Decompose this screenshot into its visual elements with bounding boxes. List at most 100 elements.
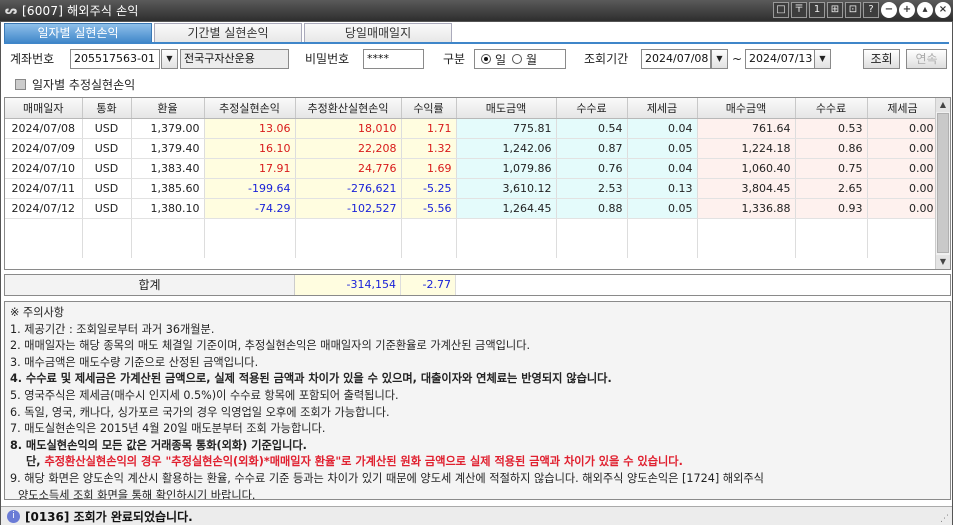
note-5: 5. 영국주식은 제세금(매수시 인지세 0.5%)이 수수료 항목에 포함되어…: [10, 388, 399, 402]
table-row[interactable]: 2024/07/12 USD 1,380.10 -74.29 -102,527 -5.56…: [5, 198, 939, 219]
cell-sell-tax: 0.13: [627, 178, 698, 199]
empty-cell: [131, 238, 205, 258]
note-3: 3. 매수금액은 매도수량 기준으로 산정된 금액입니다.: [10, 355, 259, 369]
app-logo-icon: ᔕ: [4, 4, 18, 17]
col-return[interactable]: 수익률: [401, 98, 457, 119]
screen-copy-button[interactable]: □: [773, 2, 789, 18]
account-number-field[interactable]: 205517563-01: [70, 49, 160, 69]
estimated-checkbox-row[interactable]: 일자별 추정실현손익: [15, 76, 135, 93]
results-table: 매매일자 통화 환율 추정실현손익 추정환산실현손익 수익률 매도금액 수수료 …: [5, 98, 939, 258]
date-to-dropdown-icon[interactable]: ▼: [814, 49, 831, 69]
cell-currency: USD: [82, 138, 132, 159]
tab-today-journal[interactable]: 당일매매일지: [304, 23, 452, 43]
col-est-realized[interactable]: 추정실현손익: [204, 98, 296, 119]
empty-cell: [5, 218, 83, 238]
notes-panel: ※ 주의사항 1. 제공기간 : 조회일로부터 과거 36개월분. 2. 매매일…: [4, 301, 951, 500]
query-button[interactable]: 조회: [863, 49, 900, 69]
note-2: 2. 매매일자는 해당 종목의 매도 체결일 기준이며, 추정실현손익은 매매일…: [10, 339, 531, 353]
table-row[interactable]: 2024/07/11 USD 1,385.60 -199.64 -276,621 -5.2…: [5, 178, 939, 199]
cell-sell-amount: 1,242.06: [456, 138, 557, 159]
cell-currency: USD: [82, 158, 132, 179]
summary-total-realized: -314,154: [295, 275, 401, 295]
account-dropdown-icon[interactable]: ▼: [161, 49, 178, 69]
export-button[interactable]: ⊡: [845, 2, 861, 18]
checkbox-icon[interactable]: [15, 79, 26, 90]
help-button[interactable]: ?: [863, 2, 879, 18]
cell-return: -5.56: [401, 198, 457, 219]
tab-period-realized[interactable]: 기간별 실현손익: [154, 23, 302, 43]
col-buy-tax[interactable]: 제세금: [867, 98, 939, 119]
pin-button[interactable]: 〒: [791, 2, 807, 18]
table-header-row: 매매일자 통화 환율 추정실현손익 추정환산실현손익 수익률 매도금액 수수료 …: [5, 98, 939, 119]
cell-return: -5.25: [401, 178, 457, 199]
table-row[interactable]: 2024/07/10 USD 1,383.40 17.91 24,776 1.69 1,07…: [5, 158, 939, 179]
col-buy-amount[interactable]: 매수금액: [697, 98, 796, 119]
tab-underline: [4, 42, 949, 44]
scroll-down-icon[interactable]: ▼: [936, 255, 950, 269]
period-label: 조회기간: [584, 52, 629, 66]
tab-daily-realized[interactable]: 일자별 실현손익: [4, 23, 152, 43]
password-label: 비밀번호: [305, 52, 350, 66]
cell-est-realized: -199.64: [204, 178, 296, 199]
continue-button[interactable]: 연속: [906, 49, 947, 69]
period-type-radio-group: 일 월: [474, 49, 566, 69]
date-to-field[interactable]: 2024/07/13: [745, 49, 815, 69]
col-est-krw-realized[interactable]: 추정환산실현손익: [295, 98, 402, 119]
cell-buy-fee: 0.93: [795, 198, 868, 219]
col-fx-rate[interactable]: 환율: [131, 98, 205, 119]
col-currency[interactable]: 통화: [82, 98, 132, 119]
col-sell-amount[interactable]: 매도금액: [456, 98, 557, 119]
scroll-up-icon[interactable]: ▲: [936, 98, 950, 112]
cell-return: 1.32: [401, 138, 457, 159]
resize-grip-icon[interactable]: ⋰: [940, 514, 949, 524]
date-from-field[interactable]: 2024/07/08: [641, 49, 711, 69]
col-sell-fee[interactable]: 수수료: [556, 98, 628, 119]
cell-fx-rate: 1,379.40: [131, 138, 205, 159]
query-form: 계좌번호 205517563-01 ▼ 전국구자산운용 비밀번호 **** 구분…: [1, 49, 953, 71]
table-row[interactable]: 2024/07/09 USD 1,379.40 16.10 22,208 1.32 1,24…: [5, 138, 939, 159]
date-from-dropdown-icon[interactable]: ▼: [711, 49, 728, 69]
radio-selected-icon: [481, 54, 491, 64]
radio-monthly[interactable]: 월: [512, 51, 537, 68]
grid-vertical-scrollbar[interactable]: ▲ ▼: [935, 98, 950, 269]
empty-cell: [295, 238, 402, 258]
empty-cell: [697, 238, 796, 258]
cell-fx-rate: 1,379.00: [131, 118, 205, 139]
minimize-icon[interactable]: −: [881, 2, 897, 18]
table-row[interactable]: 2024/07/08 USD 1,379.00 13.06 18,010 1.71 775.…: [5, 118, 939, 139]
cell-sell-fee: 0.88: [556, 198, 628, 219]
maximize-icon[interactable]: ▴: [917, 2, 933, 18]
cell-buy-tax: 0.00: [867, 198, 939, 219]
password-field[interactable]: ****: [363, 49, 424, 69]
scroll-thumb[interactable]: [937, 113, 949, 253]
cell-buy-amount: 1,224.18: [697, 138, 796, 159]
status-message: [0136] 조회가 완료되었습니다.: [25, 510, 193, 524]
empty-cell: [204, 218, 296, 238]
close-icon[interactable]: ×: [935, 2, 951, 18]
account-name-field: 전국구자산운용: [180, 49, 289, 69]
col-trade-date[interactable]: 매매일자: [5, 98, 83, 119]
cell-est-realized: -74.29: [204, 198, 296, 219]
move-icon[interactable]: +: [899, 2, 915, 18]
note-8-warning: 추정환산실현손익의 경우 "추정실현손익(외화)*매매일자 환율"로 가계산된 …: [44, 455, 683, 469]
account-label: 계좌번호: [10, 52, 55, 66]
col-buy-fee[interactable]: 수수료: [795, 98, 868, 119]
radio-daily[interactable]: 일: [481, 51, 506, 68]
cell-sell-tax: 0.04: [627, 158, 698, 179]
cell-buy-amount: 1,336.88: [697, 198, 796, 219]
empty-cell: [5, 238, 83, 258]
empty-cell: [556, 218, 628, 238]
cell-buy-amount: 3,804.45: [697, 178, 796, 199]
cell-est-realized: 16.10: [204, 138, 296, 159]
cell-currency: USD: [82, 118, 132, 139]
col-sell-tax[interactable]: 제세금: [627, 98, 698, 119]
layout-button[interactable]: ⊞: [827, 2, 843, 18]
cell-sell-fee: 2.53: [556, 178, 628, 199]
note-8: 8. 매도실현손익의 모든 값은 거래종목 통화(외화) 기준입니다.: [10, 438, 307, 452]
empty-cell: [295, 218, 402, 238]
link-group-button[interactable]: 1: [809, 2, 825, 18]
cell-sell-amount: 1,264.45: [456, 198, 557, 219]
empty-row: [5, 218, 939, 238]
empty-cell: [556, 238, 628, 258]
cell-est-krw-realized: 18,010: [295, 118, 402, 139]
